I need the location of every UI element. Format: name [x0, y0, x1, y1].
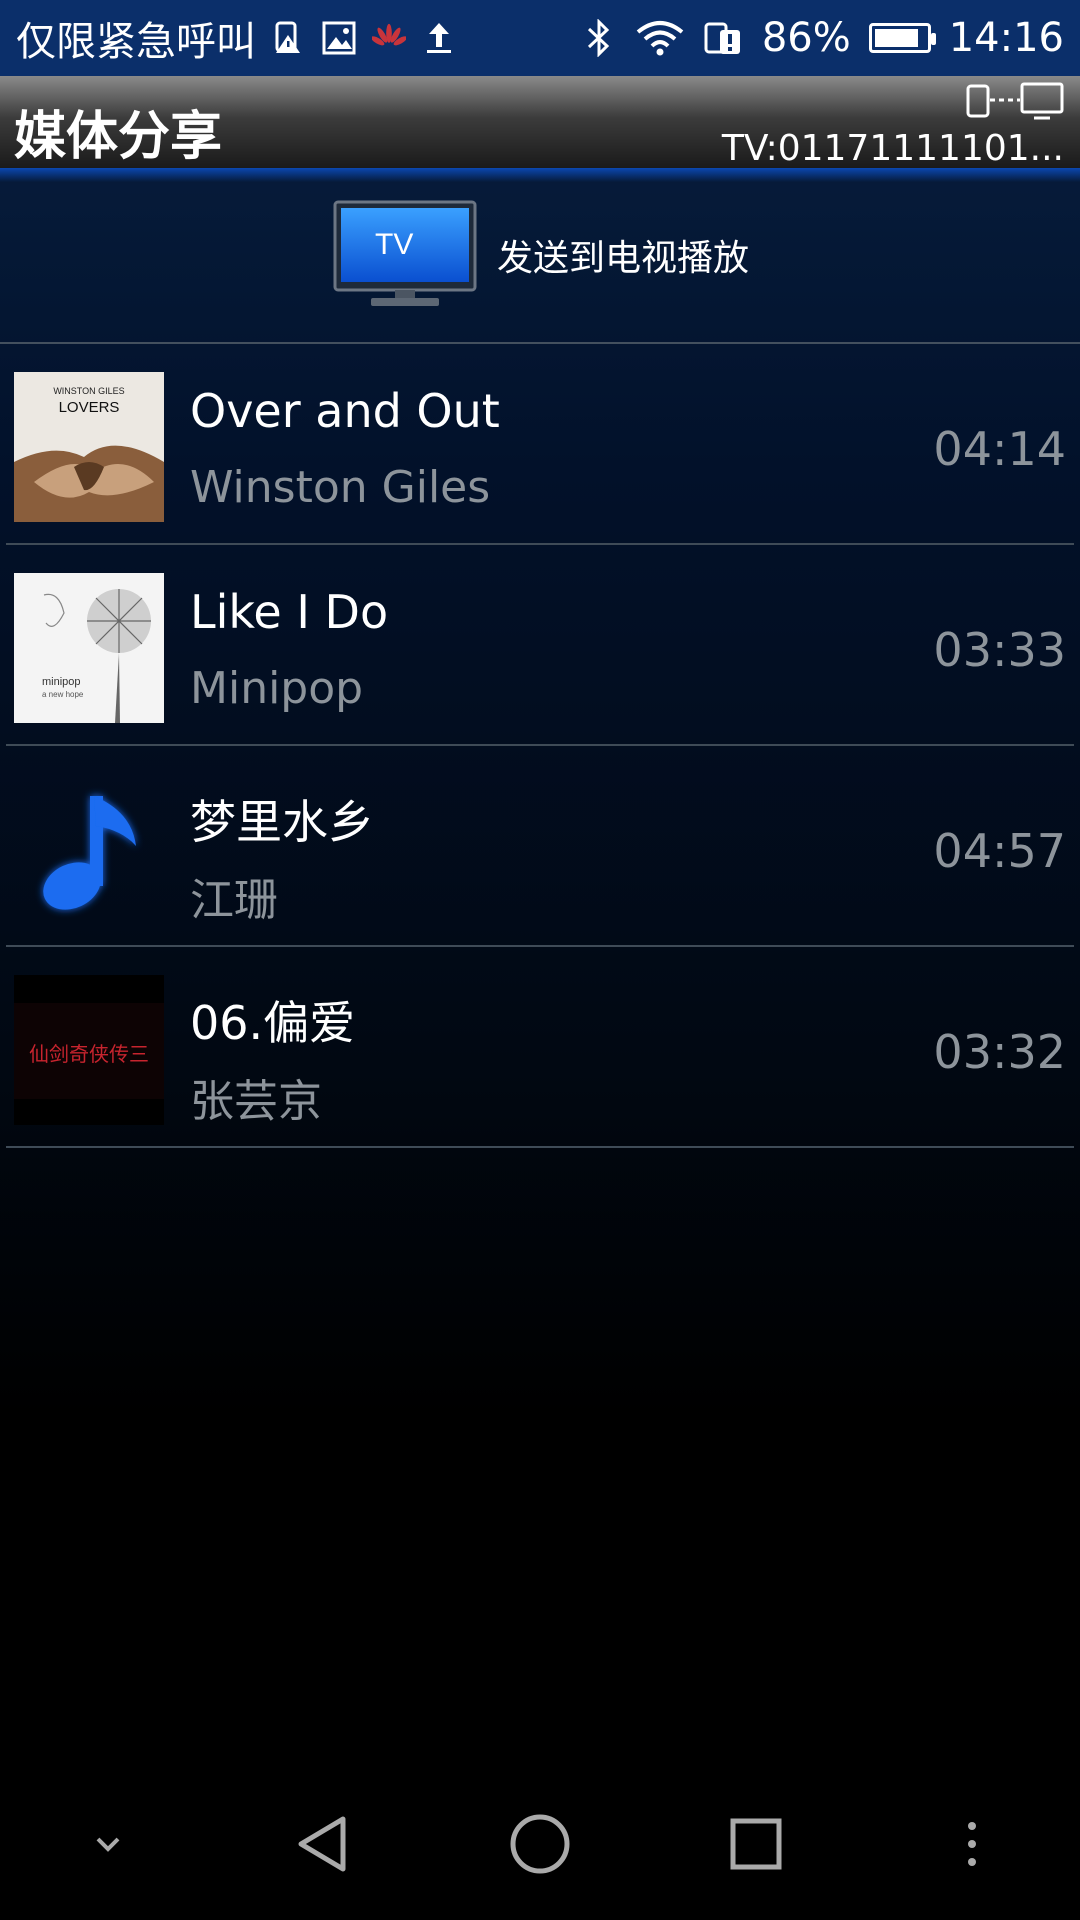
song-duration: 04:57	[933, 824, 1066, 878]
battery-level	[874, 29, 918, 47]
song-duration: 03:33	[933, 623, 1066, 677]
wifi-icon	[634, 21, 686, 56]
bluetooth-icon	[582, 19, 616, 57]
collapse-button[interactable]	[48, 1784, 168, 1904]
album-art: 仙剑奇侠传三	[14, 975, 164, 1125]
song-artist: Minipop	[190, 663, 364, 714]
album-art-text: WINSTON GILES	[53, 386, 124, 396]
recents-icon	[730, 1818, 782, 1870]
more-button[interactable]	[912, 1784, 1032, 1904]
clock: 14:16	[948, 15, 1064, 61]
battery-icon	[868, 23, 936, 53]
song-artist: Winston Giles	[190, 462, 491, 513]
device-id: TV:01171111101...	[721, 128, 1064, 169]
song-title: 梦里水乡	[190, 795, 374, 849]
album-art-text: 仙剑奇侠传三	[29, 1042, 149, 1066]
send-to-tv-button[interactable]: TV 发送到电视播放	[0, 168, 1080, 344]
song-artist: 张芸京	[190, 1076, 322, 1127]
content-area: TV 发送到电视播放 WINSTON GILES LOVERS Over and…	[0, 168, 1080, 1768]
gallery-icon	[322, 21, 356, 55]
list-item[interactable]: 仙剑奇侠传三 06.偏爱 张芸京 03:32	[6, 947, 1074, 1148]
home-icon	[510, 1814, 570, 1874]
song-duration: 04:14	[933, 422, 1066, 476]
battery-percent: 86%	[761, 15, 851, 61]
album-art	[14, 774, 164, 924]
list-item[interactable]: minipop a new hope Like I Do Minipop 03:…	[6, 545, 1074, 746]
back-button[interactable]	[264, 1784, 384, 1904]
tv-icon: TV	[333, 200, 477, 306]
sim-alert-icon	[272, 21, 306, 55]
more-icon	[968, 1822, 976, 1866]
song-title: 06.偏爱	[190, 996, 356, 1050]
album-art-text: a new hope	[42, 690, 84, 699]
status-bar-left: 仅限紧急呼叫	[16, 9, 456, 67]
music-note-icon	[43, 796, 136, 910]
album-art-text: LOVERS	[59, 399, 120, 416]
list-item[interactable]: 梦里水乡 江珊 04:57	[6, 746, 1074, 947]
song-duration: 03:32	[933, 1025, 1066, 1079]
home-button[interactable]	[480, 1784, 600, 1904]
navigation-bar	[0, 1768, 1080, 1920]
page-title: 媒体分享	[14, 107, 223, 167]
status-bar-right: 86% 14:16	[582, 15, 1064, 61]
tv-connection-icon[interactable]	[966, 80, 1066, 122]
song-title: Like I Do	[190, 585, 389, 639]
dual-sim-icon	[704, 21, 744, 55]
status-bar: 仅限紧急呼叫 86% 14:16	[0, 0, 1080, 76]
song-list: WINSTON GILES LOVERS Over and Out Winsto…	[0, 344, 1080, 1148]
album-art-text: minipop	[42, 676, 81, 688]
send-to-tv-label: 发送到电视播放	[496, 238, 749, 279]
song-title: Over and Out	[190, 384, 500, 438]
upload-icon	[422, 21, 456, 55]
app-bar: 媒体分享 TV:01171111101...	[0, 76, 1080, 169]
huawei-icon	[372, 21, 406, 55]
tv-icon-text: TV	[375, 228, 413, 261]
album-art: WINSTON GILES LOVERS	[14, 372, 164, 522]
song-artist: 江珊	[190, 875, 278, 926]
album-art: minipop a new hope	[14, 573, 164, 723]
recents-button[interactable]	[696, 1784, 816, 1904]
list-item[interactable]: WINSTON GILES LOVERS Over and Out Winsto…	[6, 344, 1074, 545]
back-icon	[298, 1816, 346, 1872]
collapse-icon	[96, 1837, 120, 1852]
carrier-text: 仅限紧急呼叫	[16, 19, 256, 65]
